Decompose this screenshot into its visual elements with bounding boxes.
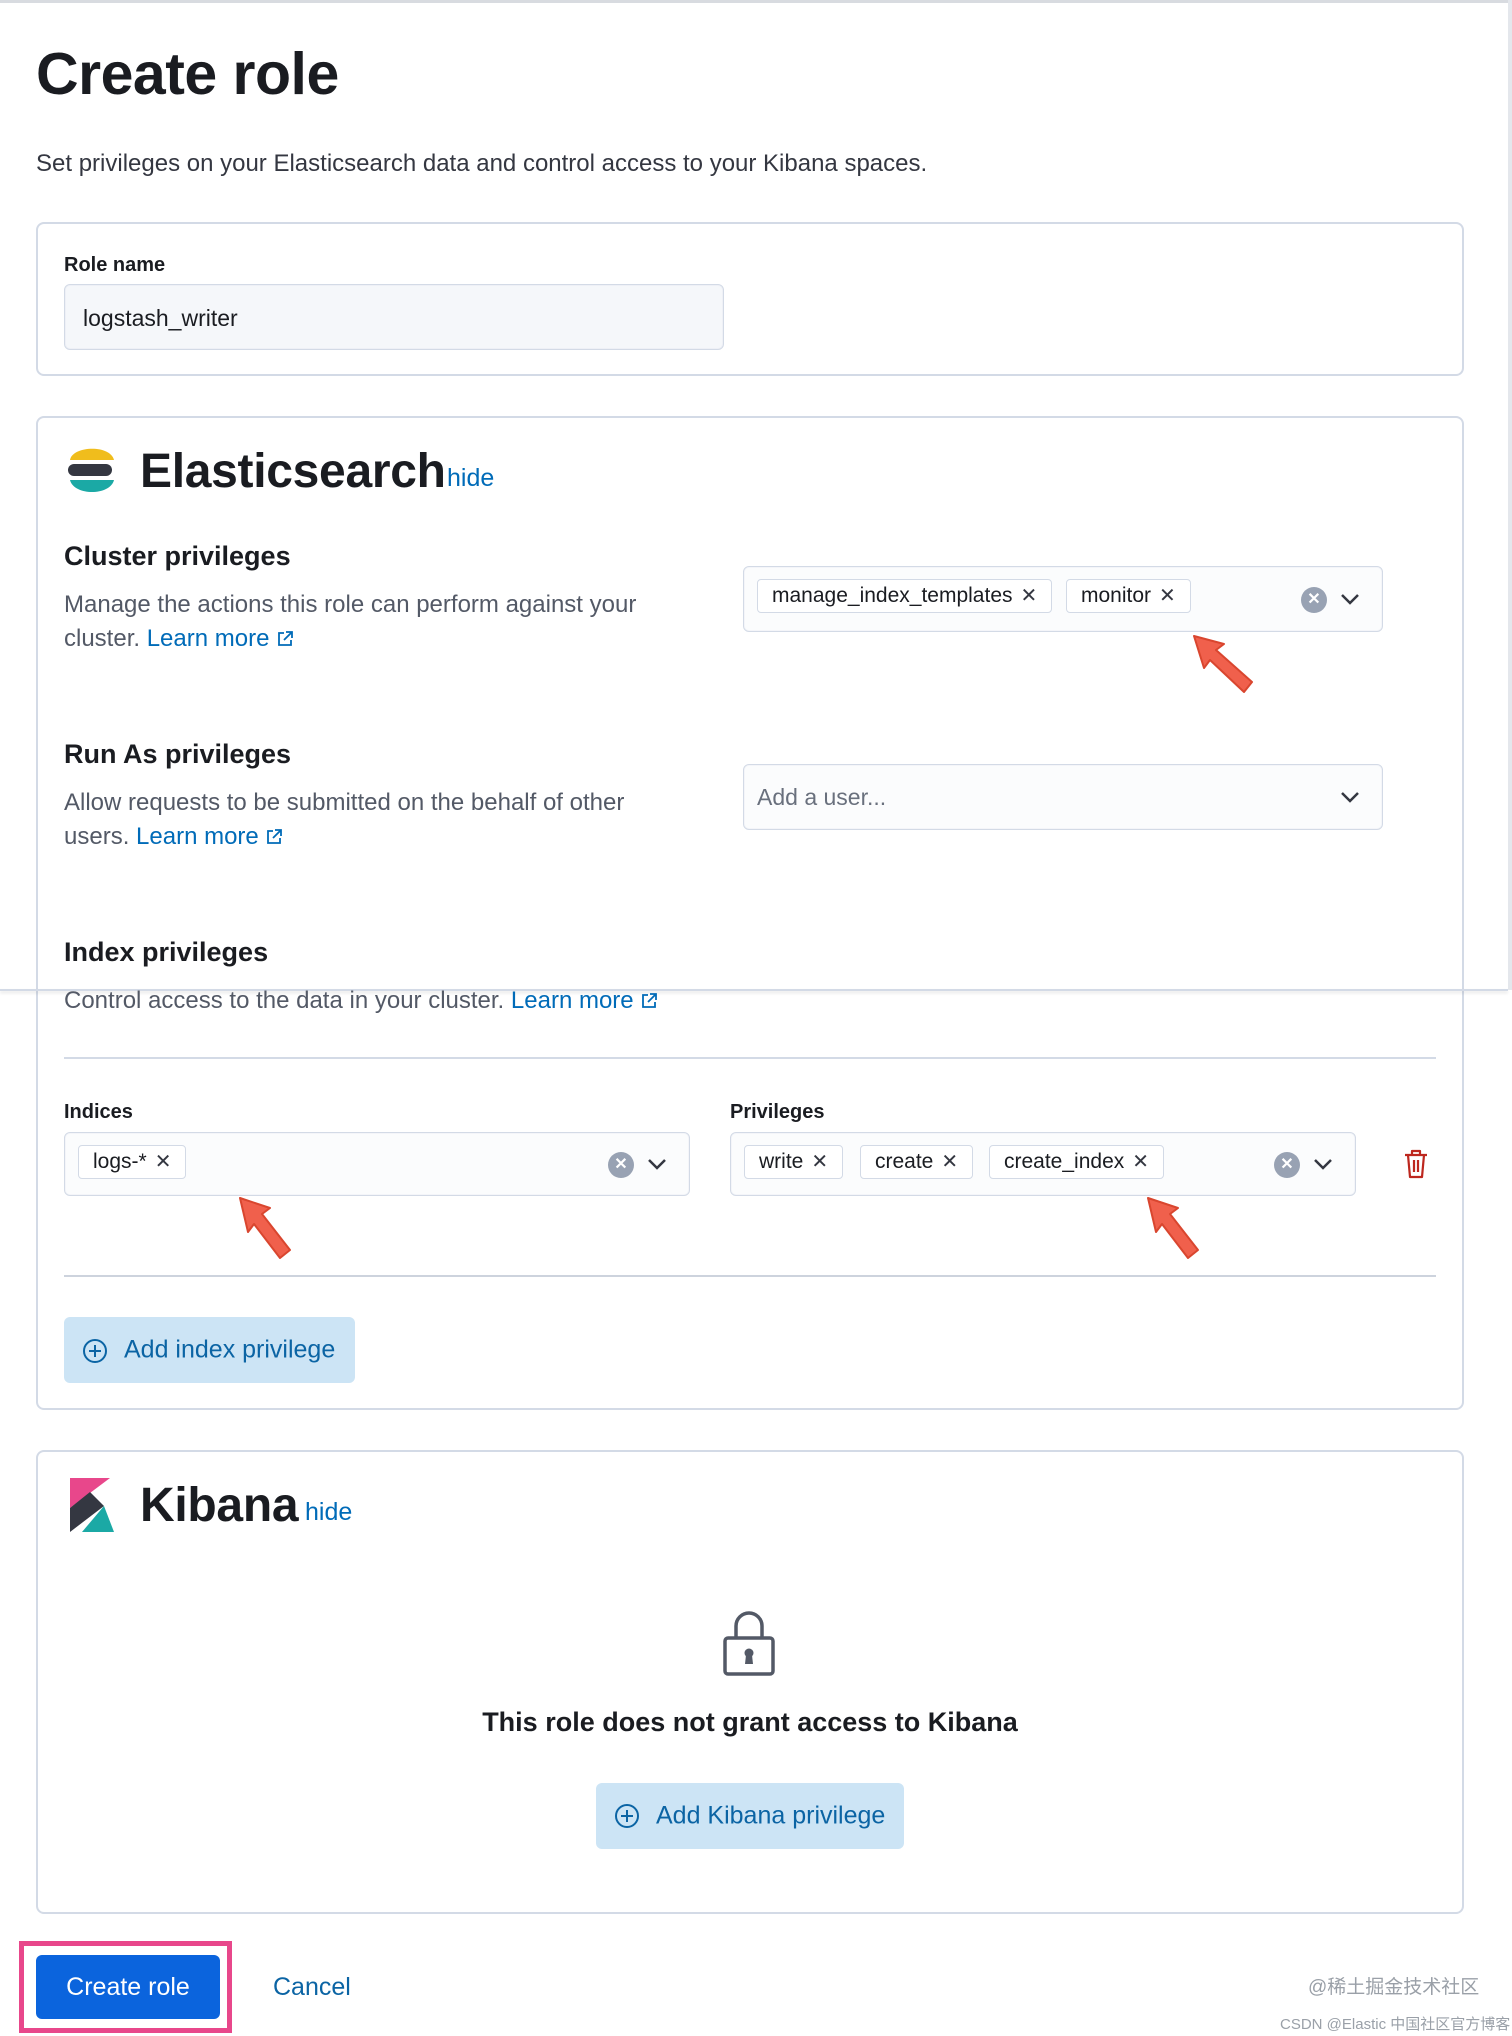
cluster-privileges-combobox[interactable]: manage_index_templates ✕ monitor ✕ ✕ (743, 566, 1383, 632)
page-description: Set privileges on your Elasticsearch dat… (36, 150, 928, 177)
clear-icon[interactable]: ✕ (1274, 1152, 1300, 1178)
cluster-privilege-pill: manage_index_templates ✕ (757, 579, 1053, 613)
top-edge (0, 0, 1508, 3)
external-link-icon (642, 993, 658, 1008)
chevron-down-icon[interactable] (1338, 785, 1362, 809)
index-privilege-pill: create ✕ (860, 1145, 974, 1179)
run-as-combobox[interactable]: Add a user... (743, 764, 1383, 830)
index-divider-top (64, 1057, 1436, 1059)
kibana-logo-icon (70, 1478, 114, 1532)
kibana-title: Kibana (140, 1479, 299, 1532)
index-privileges-help: Control access to the data in your clust… (64, 984, 864, 1018)
role-name-label: Role name (64, 254, 166, 276)
trash-icon[interactable] (1402, 1148, 1430, 1180)
run-as-privileges-title: Run As privileges (64, 739, 292, 769)
remove-pill-icon[interactable]: ✕ (1159, 585, 1176, 607)
indices-label: Indices (64, 1101, 133, 1123)
cluster-privilege-pill-label: monitor (1081, 584, 1152, 607)
cluster-privileges-title: Cluster privileges (64, 541, 291, 571)
run-as-placeholder: Add a user... (757, 784, 887, 810)
index-privilege-pill-label: create_index (1004, 1150, 1125, 1173)
watermark-primary: @稀土掘金技术社区 (1308, 1977, 1480, 1998)
plus-circle-icon (615, 1804, 639, 1828)
role-name-input[interactable]: logstash_writer (64, 284, 724, 350)
add-kibana-privilege-label: Add Kibana privilege (656, 1801, 886, 1830)
chevron-down-icon[interactable] (1311, 1152, 1335, 1176)
create-role-button[interactable]: Create role (36, 1955, 220, 2019)
cancel-button[interactable]: Cancel (273, 1973, 351, 2002)
kibana-empty-message: This role does not grant access to Kiban… (482, 1707, 1018, 1737)
index-privileges-help-text: Control access to the data in your clust… (64, 987, 505, 1014)
lock-icon (723, 1611, 775, 1676)
page-title: Create role (36, 41, 339, 107)
remove-pill-icon[interactable]: ✕ (155, 1151, 172, 1173)
remove-pill-icon[interactable]: ✕ (811, 1151, 828, 1173)
external-link-icon (278, 631, 294, 646)
cluster-privilege-pill: monitor ✕ (1066, 579, 1191, 613)
annotation-arrow-icon (1193, 635, 1253, 693)
chevron-down-icon[interactable] (645, 1152, 669, 1176)
remove-pill-icon[interactable]: ✕ (1021, 585, 1038, 607)
elasticsearch-title: Elasticsearch (140, 445, 446, 498)
clear-icon[interactable]: ✕ (608, 1152, 634, 1178)
external-link-icon (267, 829, 283, 844)
index-privileges-combobox[interactable]: write ✕ create ✕ create_index ✕ ✕ (730, 1132, 1356, 1196)
plus-circle-icon (83, 1339, 107, 1363)
run-as-learn-more-link[interactable]: Learn more (136, 823, 259, 850)
role-name-value: logstash_writer (83, 305, 238, 331)
annotation-arrow-icon (1147, 1197, 1199, 1259)
index-privilege-pill-label: create (875, 1150, 934, 1173)
index-pill-label: logs-* (93, 1150, 147, 1173)
remove-pill-icon[interactable]: ✕ (1132, 1151, 1149, 1173)
add-kibana-privilege-button[interactable]: Add Kibana privilege (596, 1783, 904, 1849)
index-pill: logs-* ✕ (78, 1145, 187, 1179)
elasticsearch-hide-link[interactable]: hide (447, 464, 494, 493)
annotation-arrow-icon (239, 1197, 291, 1259)
watermark-secondary: CSDN @Elastic 中国社区官方博客 (1280, 2016, 1511, 2033)
index-divider-bottom (64, 1275, 1436, 1277)
index-privilege-pill: create_index ✕ (989, 1145, 1165, 1179)
index-learn-more-link[interactable]: Learn more (511, 987, 634, 1014)
cluster-privileges-help: Manage the actions this role can perform… (64, 588, 684, 656)
index-privilege-pill-label: write (759, 1150, 804, 1173)
chevron-down-icon[interactable] (1338, 587, 1362, 611)
index-privileges-title: Index privileges (64, 937, 269, 967)
privileges-label: Privileges (730, 1101, 825, 1123)
indices-combobox[interactable]: logs-* ✕ ✕ (64, 1132, 690, 1196)
add-index-privilege-button[interactable]: Add index privilege (64, 1317, 355, 1383)
run-as-privileges-help: Allow requests to be submitted on the be… (64, 786, 684, 854)
index-privilege-pill: write ✕ (744, 1145, 844, 1179)
cluster-learn-more-link[interactable]: Learn more (147, 625, 270, 652)
remove-pill-icon[interactable]: ✕ (941, 1151, 958, 1173)
role-name-panel: Role name logstash_writer (36, 222, 1464, 376)
scrollbar-edge (1508, 0, 1512, 990)
clear-icon[interactable]: ✕ (1301, 587, 1327, 613)
kibana-hide-link[interactable]: hide (305, 1498, 352, 1527)
elasticsearch-logo-icon (68, 448, 114, 492)
add-index-privilege-label: Add index privilege (124, 1335, 336, 1364)
cluster-privilege-pill-label: manage_index_templates (772, 584, 1013, 607)
